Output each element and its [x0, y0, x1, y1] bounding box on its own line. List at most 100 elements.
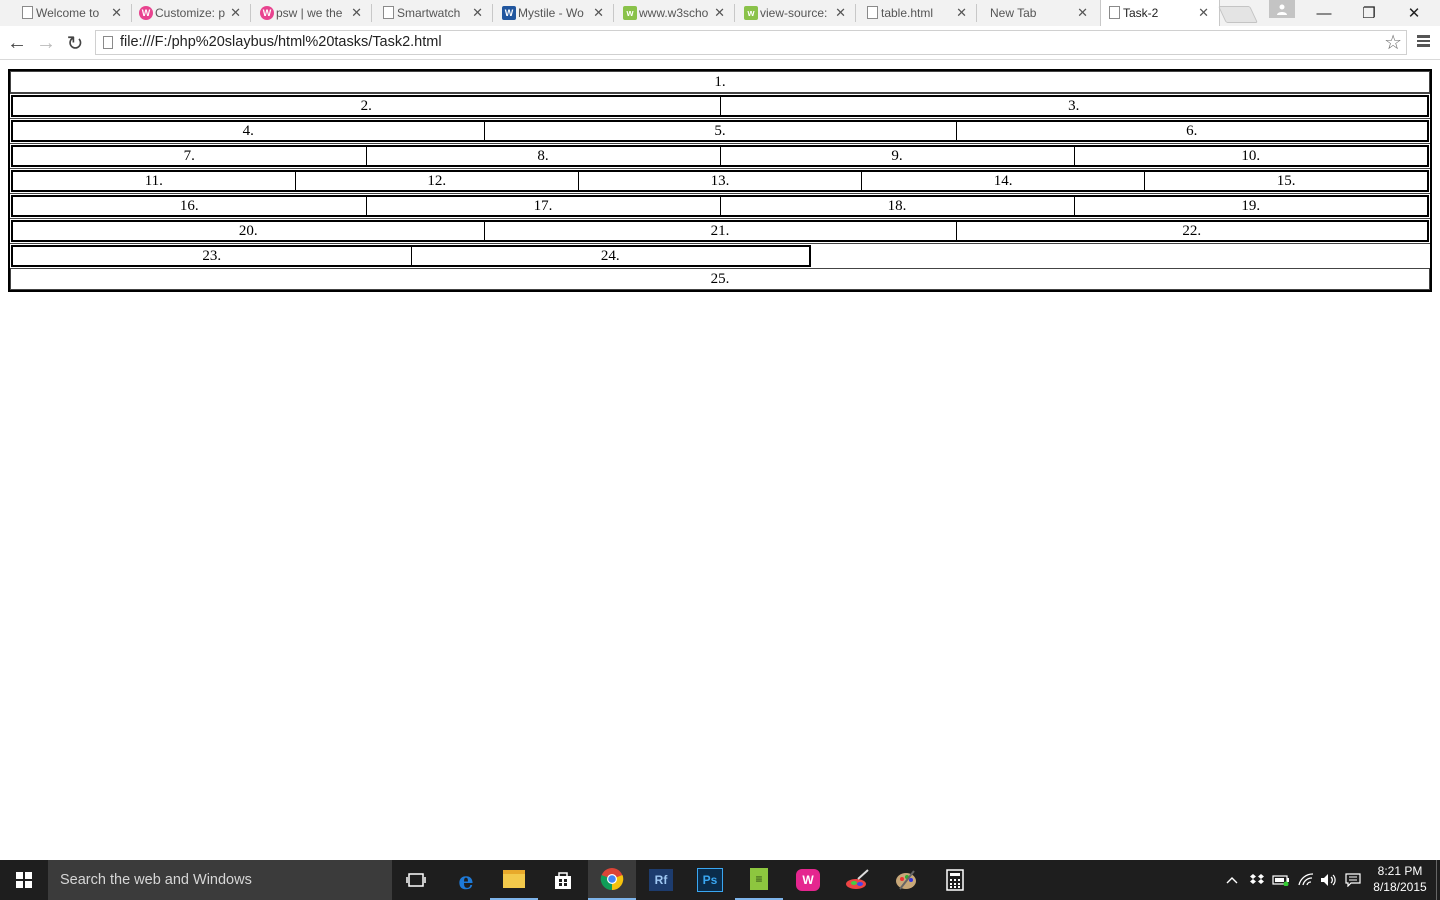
dropbox-icon[interactable]	[1246, 860, 1268, 900]
forward-button[interactable]: →	[33, 30, 59, 56]
calculator-icon[interactable]	[931, 860, 979, 900]
browser-toolbar: ← → ↻ file:///F:/php%20slaybus/html%20ta…	[0, 26, 1440, 60]
table-cell: 22.	[955, 220, 1429, 242]
table-cell: 15.	[1144, 170, 1429, 192]
tab-title: Task-2	[1123, 6, 1159, 20]
table-cell: 19.	[1073, 195, 1429, 217]
wamp-icon[interactable]: W	[784, 860, 832, 900]
table-cell: 12.	[294, 170, 579, 192]
page-content: 1. 2. 3. 4. 5. 6. 7. 8. 9. 10. 11. 12. 1…	[8, 69, 1432, 292]
nested-table-row: 7. 8. 9. 10.	[11, 145, 1429, 167]
table-cell: 23.	[11, 245, 412, 267]
tab-task-2[interactable]: Task-2 ✕	[1100, 0, 1220, 26]
close-icon[interactable]: ✕	[593, 4, 604, 22]
action-center-icon[interactable]	[1342, 860, 1364, 900]
taskbar: Search the web and Windows e Rf Ps ≡ W 8…	[0, 860, 1440, 900]
tab-title: www.w3scho	[639, 6, 709, 20]
close-icon[interactable]: ✕	[351, 4, 362, 22]
bookmark-star-icon[interactable]: ☆	[1384, 31, 1402, 55]
close-icon[interactable]: ✕	[472, 4, 483, 22]
table-cell: 8.	[365, 145, 721, 167]
page-icon	[22, 6, 33, 19]
wifi-icon[interactable]	[1294, 860, 1318, 900]
file-explorer-icon[interactable]	[490, 860, 538, 900]
photoshop-icon[interactable]: Ps	[686, 860, 734, 900]
close-icon[interactable]: ✕	[230, 4, 241, 22]
wordpress-icon: W	[139, 6, 153, 20]
table-cell: 20.	[11, 220, 485, 242]
table-cell: 25.	[10, 268, 1430, 290]
taskbar-clock[interactable]: 8:21 PM 8/18/2015	[1366, 863, 1434, 895]
table-cell: 7.	[11, 145, 367, 167]
tab-w3schools[interactable]: w www.w3scho ✕	[617, 0, 735, 26]
tab-psw[interactable]: W psw | we the ✕	[254, 0, 372, 26]
nested-table-row: 23. 24.	[11, 245, 811, 267]
address-bar[interactable]: file:///F:/php%20slaybus/html%20tasks/Ta…	[95, 30, 1407, 55]
reflector-icon[interactable]: Rf	[637, 860, 685, 900]
tab-title: New Tab	[990, 6, 1037, 20]
tab-title: table.html	[881, 6, 934, 20]
close-icon[interactable]: ✕	[111, 4, 122, 22]
page-icon	[867, 6, 878, 19]
table-cell: 9.	[719, 145, 1075, 167]
close-icon[interactable]: ✕	[956, 4, 967, 22]
tab-title: Smartwatch	[397, 6, 461, 20]
url-text[interactable]: file:///F:/php%20slaybus/html%20tasks/Ta…	[120, 34, 442, 50]
nested-table-row: 16. 17. 18. 19.	[11, 195, 1429, 217]
battery-icon[interactable]	[1270, 860, 1292, 900]
table-cell: 5.	[483, 120, 957, 142]
close-window-button[interactable]: ✕	[1391, 0, 1437, 26]
profile-icon[interactable]	[1269, 0, 1295, 18]
table-cell: 6.	[955, 120, 1429, 142]
tab-table-html[interactable]: table.html ✕	[859, 0, 977, 26]
reload-button[interactable]: ↻	[62, 30, 88, 56]
start-button[interactable]	[0, 860, 48, 900]
wordpress-icon: W	[260, 6, 274, 20]
task-view-icon[interactable]	[392, 860, 440, 900]
table-cell: 2.	[11, 95, 721, 117]
outer-table: 1. 2. 3. 4. 5. 6. 7. 8. 9. 10. 11. 12. 1…	[8, 69, 1432, 292]
table-cell: 11.	[11, 170, 296, 192]
close-icon[interactable]: ✕	[1077, 4, 1088, 22]
nested-table-row: 4. 5. 6.	[11, 120, 1429, 142]
taskbar-search-input[interactable]: Search the web and Windows	[48, 860, 392, 900]
tab-mystile[interactable]: W Mystile - Wo ✕	[496, 0, 614, 26]
table-cell: 16.	[11, 195, 367, 217]
table-cell: 21.	[483, 220, 957, 242]
restore-button[interactable]: ❐	[1346, 0, 1392, 26]
nested-table-row: 2. 3.	[11, 95, 1429, 117]
clock-time: 8:21 PM	[1377, 864, 1423, 878]
tab-title: psw | we the	[276, 6, 343, 20]
nested-table-row: 11. 12. 13. 14. 15.	[11, 170, 1429, 192]
show-desktop-button[interactable]	[1436, 860, 1437, 900]
tab-welcome[interactable]: Welcome to ✕	[14, 0, 132, 26]
volume-icon[interactable]	[1318, 860, 1340, 900]
paint-icon[interactable]	[833, 860, 881, 900]
page-icon	[103, 36, 113, 49]
notepad-plus-icon[interactable]: ≡	[735, 860, 783, 900]
tab-strip: Welcome to ✕ W Customize: p ✕ W psw | we…	[0, 0, 1440, 26]
close-icon[interactable]: ✕	[835, 4, 846, 22]
page-icon	[1109, 6, 1120, 19]
tab-view-source[interactable]: w view-source: ✕	[738, 0, 856, 26]
tab-title: Customize: p	[155, 6, 226, 20]
windows-icon	[16, 872, 32, 888]
chrome-menu-icon[interactable]	[1415, 33, 1433, 53]
close-icon[interactable]: ✕	[714, 4, 725, 22]
close-icon[interactable]: ✕	[1198, 4, 1209, 22]
table-cell: 10.	[1073, 145, 1429, 167]
store-icon[interactable]	[539, 860, 587, 900]
new-tab-button[interactable]	[1218, 6, 1258, 23]
w3schools-icon: w	[744, 6, 758, 20]
minimize-button[interactable]: —	[1301, 0, 1347, 26]
edge-icon[interactable]: e	[442, 860, 490, 900]
tab-customize[interactable]: W Customize: p ✕	[133, 0, 251, 26]
tab-new-tab[interactable]: New Tab ✕	[980, 0, 1098, 26]
back-button[interactable]: ←	[4, 30, 30, 56]
chrome-icon[interactable]	[588, 860, 636, 900]
tab-title: Welcome to	[36, 6, 100, 20]
tab-smartwatch[interactable]: Smartwatch ✕	[375, 0, 493, 26]
chevron-up-icon[interactable]	[1222, 860, 1242, 900]
nested-table-row: 20. 21. 22.	[11, 220, 1429, 242]
palette-icon[interactable]	[882, 860, 930, 900]
